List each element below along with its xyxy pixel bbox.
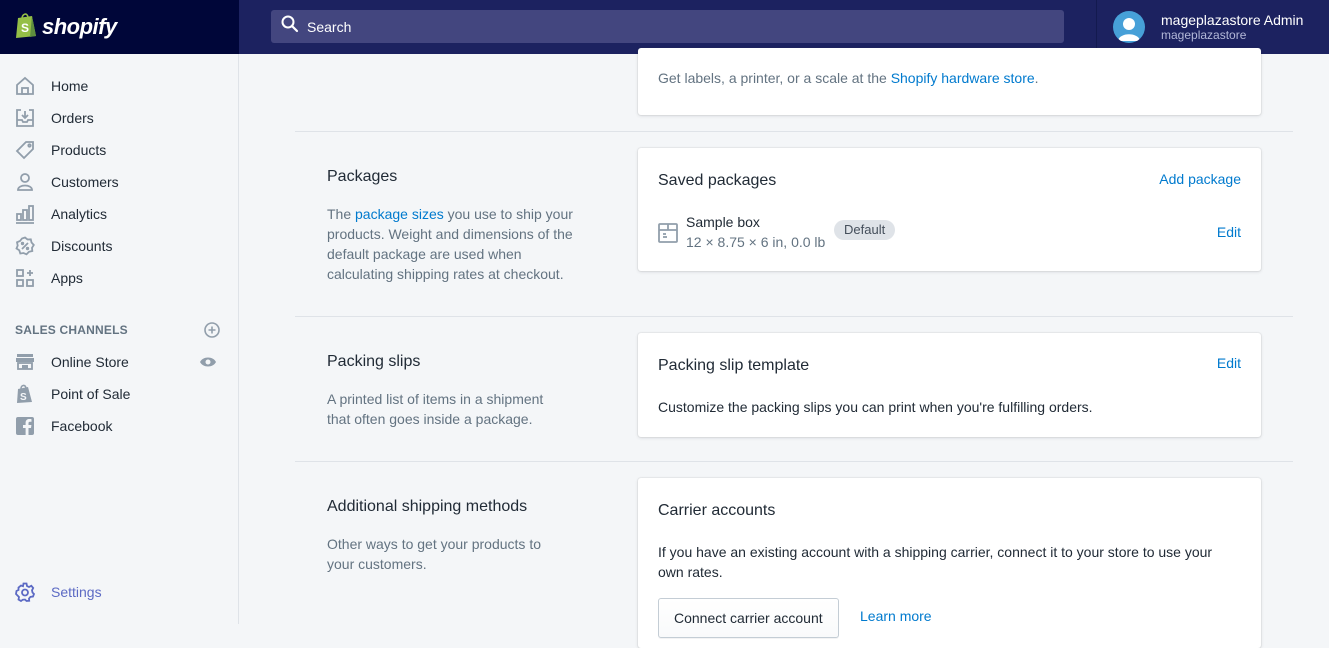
sidebar-item-apps[interactable]: Apps xyxy=(0,262,238,294)
sidebar-item-label: Home xyxy=(51,78,89,94)
facebook-icon xyxy=(14,415,36,437)
sidebar-item-customers[interactable]: Customers xyxy=(0,166,238,198)
shopify-logo[interactable]: S shopify xyxy=(0,0,239,54)
packing-slips-title: Packing slips xyxy=(327,353,421,370)
packages-title: Packages xyxy=(327,168,398,185)
sidebar-item-label: Online Store xyxy=(51,354,129,370)
person-icon xyxy=(14,171,36,193)
sales-channels-header: SALES CHANNELS xyxy=(15,322,220,338)
orders-icon xyxy=(14,107,36,129)
sidebar-item-label: Products xyxy=(51,142,107,158)
store-name: mageplazastore xyxy=(1161,28,1247,42)
tag-icon xyxy=(14,139,36,161)
learn-more-link[interactable]: Learn more xyxy=(860,608,932,624)
svg-text:S: S xyxy=(21,21,29,35)
default-badge: Default xyxy=(834,220,896,240)
saved-packages-title: Saved packages xyxy=(658,172,777,189)
discount-icon xyxy=(14,235,36,257)
shopify-bag-icon: S xyxy=(14,383,36,405)
packing-slip-template-title: Packing slip template xyxy=(658,357,810,374)
additional-methods-title: Additional shipping methods xyxy=(327,498,528,515)
sidebar-item-orders[interactable]: Orders xyxy=(0,102,238,134)
logo-text: shopify xyxy=(42,14,117,39)
packing-slips-description: A printed list of items in a shipment th… xyxy=(327,391,544,427)
gear-icon xyxy=(14,581,36,603)
additional-methods-description: Other ways to get your products to your … xyxy=(327,536,541,572)
sidebar-item-online-store[interactable]: Online Store xyxy=(0,346,238,378)
section-divider xyxy=(295,131,1293,132)
home-icon xyxy=(14,75,36,97)
carrier-accounts-text: If you have an existing account with a s… xyxy=(658,544,1213,580)
sidebar-item-label: Apps xyxy=(51,270,83,286)
view-store-button[interactable] xyxy=(199,356,217,368)
hardware-text: Get labels, a printer, or a scale at the… xyxy=(658,70,1039,86)
packages-description: The package sizes you use to ship your p… xyxy=(327,206,573,282)
edit-packing-slip-link[interactable]: Edit xyxy=(1217,355,1241,371)
section-divider xyxy=(295,316,1293,317)
user-name: mageplazastore Admin xyxy=(1161,12,1304,28)
packing-slip-text: Customize the packing slips you can prin… xyxy=(658,399,1093,415)
package-box-icon xyxy=(658,222,678,249)
hardware-store-link[interactable]: Shopify hardware store xyxy=(891,70,1035,86)
bar-chart-icon xyxy=(14,203,36,225)
package-name: Sample box xyxy=(686,214,760,230)
sidebar-item-label: Settings xyxy=(51,584,102,600)
sidebar-item-label: Orders xyxy=(51,110,94,126)
add-channel-button[interactable] xyxy=(204,322,220,338)
sales-channels-title: SALES CHANNELS xyxy=(15,323,128,337)
top-bar: S shopify Search mageplazastore Admin ma… xyxy=(0,0,1329,54)
store-icon xyxy=(14,351,36,373)
add-package-link[interactable]: Add package xyxy=(1159,171,1241,187)
sidebar-item-home[interactable]: Home xyxy=(0,70,238,102)
sidebar-item-facebook[interactable]: Facebook xyxy=(0,410,238,442)
package-sizes-link[interactable]: package sizes xyxy=(355,206,444,222)
sidebar-item-label: Facebook xyxy=(51,418,113,434)
sidebar-item-settings[interactable]: Settings xyxy=(0,576,238,608)
svg-text:S: S xyxy=(20,392,27,403)
packing-slip-card: Packing slip template Edit Customize the… xyxy=(638,333,1261,437)
package-dimensions: 12 × 8.75 × 6 in, 0.0 lb xyxy=(686,234,826,250)
sidebar-item-products[interactable]: Products xyxy=(0,134,238,166)
sidebar-item-analytics[interactable]: Analytics xyxy=(0,198,238,230)
plus-circle-icon xyxy=(204,322,220,338)
carrier-accounts-card: Carrier accounts If you have an existing… xyxy=(638,478,1261,648)
main-content: Get labels, a printer, or a scale at the… xyxy=(239,48,1329,648)
eye-icon xyxy=(200,357,216,367)
search-icon xyxy=(281,15,299,38)
sidebar: Home Orders Products Customers Analytics… xyxy=(0,54,239,624)
avatar xyxy=(1113,11,1145,43)
search-input[interactable]: Search xyxy=(271,10,1064,43)
carrier-accounts-title: Carrier accounts xyxy=(658,502,776,519)
sidebar-item-label: Customers xyxy=(51,174,119,190)
sidebar-item-discounts[interactable]: Discounts xyxy=(0,230,238,262)
search-placeholder: Search xyxy=(307,18,352,35)
shopify-bag-icon: S xyxy=(14,11,38,44)
sidebar-item-label: Point of Sale xyxy=(51,386,131,402)
edit-package-link[interactable]: Edit xyxy=(1217,224,1241,240)
apps-icon xyxy=(14,267,36,289)
hardware-card: Get labels, a printer, or a scale at the… xyxy=(638,48,1261,115)
connect-carrier-account-button[interactable]: Connect carrier account xyxy=(658,598,839,638)
sidebar-item-label: Discounts xyxy=(51,238,113,254)
user-menu[interactable]: mageplazastore Admin mageplazastore xyxy=(1096,0,1329,54)
sidebar-item-label: Analytics xyxy=(51,206,108,222)
sidebar-item-point-of-sale[interactable]: S Point of Sale xyxy=(0,378,238,410)
section-divider xyxy=(295,461,1293,462)
saved-packages-card: Saved packages Add package Sample box 12… xyxy=(638,148,1261,271)
